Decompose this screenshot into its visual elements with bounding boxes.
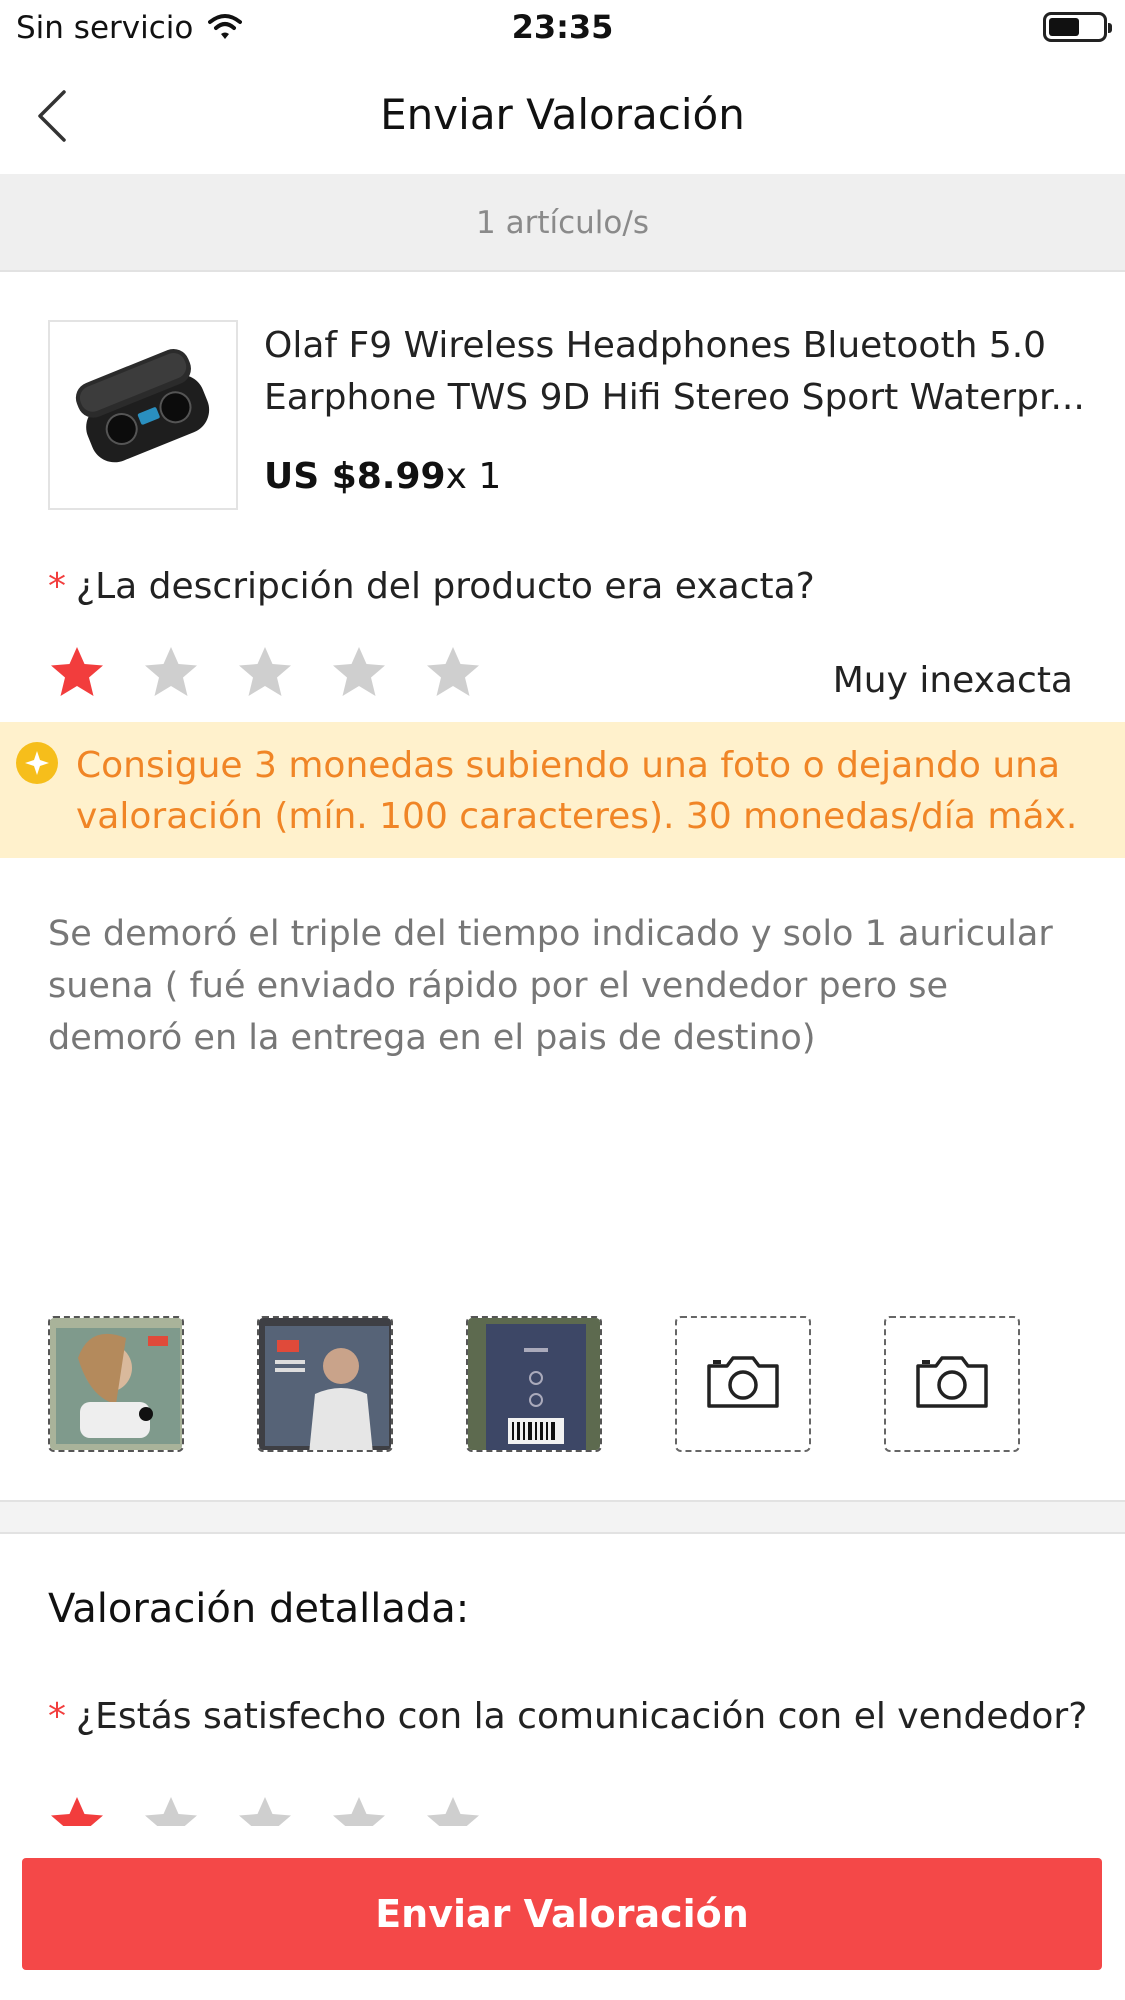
question-text: ¿La descripción del producto era exacta?: [76, 566, 815, 607]
coins-banner: Consigue 3 monedas subiendo una foto o d…: [0, 722, 1125, 858]
submit-review-button[interactable]: Enviar Valoración: [22, 1858, 1102, 1970]
rating-label: Muy inexacta: [832, 660, 1073, 701]
add-photo-button[interactable]: [884, 1316, 1020, 1452]
question-seller-communication: * ¿Estás satisfecho con la comunicación c…: [48, 1696, 1087, 1737]
star-3-icon[interactable]: [236, 644, 294, 702]
question-text: ¿Estás satisfecho con la comunicación co…: [76, 1696, 1088, 1737]
required-mark: *: [48, 1696, 66, 1737]
question-description-accuracy: * ¿La descripción del producto era exacta…: [48, 566, 815, 607]
star-1-icon[interactable]: [48, 644, 106, 702]
status-bar: Sin servicio 23:35: [0, 0, 1125, 56]
clock: 23:35: [511, 8, 614, 46]
items-count: 1 artículo/s: [476, 205, 649, 241]
rating-stars-description: [48, 644, 518, 706]
star-2-icon[interactable]: [142, 644, 200, 702]
section-divider: [0, 1500, 1125, 1534]
banner-text: Consigue 3 monedas subiendo una foto o d…: [76, 745, 1078, 837]
uploaded-photo[interactable]: [257, 1316, 393, 1452]
price-value: US $8.99: [264, 456, 446, 497]
uploaded-photo[interactable]: [48, 1316, 184, 1452]
battery-icon: [1043, 12, 1112, 42]
bottom-bar: Enviar Valoración: [0, 1826, 1125, 2000]
review-textarea[interactable]: Se demoró el triple del tiempo indicado …: [48, 908, 1088, 1064]
camera-icon: [707, 1356, 779, 1408]
star-4-icon[interactable]: [330, 644, 388, 702]
quantity: x 1: [445, 456, 502, 497]
add-photo-button[interactable]: [675, 1316, 811, 1452]
star-5-icon[interactable]: [424, 644, 482, 702]
uploaded-photo[interactable]: [466, 1316, 602, 1452]
product-price: US $8.99x 1: [264, 456, 501, 497]
product-card: Olaf F9 Wireless Headphones Bluetooth 5.…: [48, 320, 1108, 510]
items-count-bar: 1 artículo/s: [0, 174, 1125, 272]
camera-icon: [916, 1356, 988, 1408]
required-mark: *: [48, 566, 66, 607]
coin-icon: [16, 742, 58, 784]
detailed-rating-title: Valoración detallada:: [48, 1586, 470, 1632]
product-title[interactable]: Olaf F9 Wireless Headphones Bluetooth 5.…: [264, 320, 1104, 424]
photo-uploader: [48, 1316, 1048, 1452]
product-thumbnail[interactable]: [48, 320, 238, 510]
page-title: Enviar Valoración: [380, 90, 745, 139]
nav-bar: Enviar Valoración: [0, 56, 1125, 174]
